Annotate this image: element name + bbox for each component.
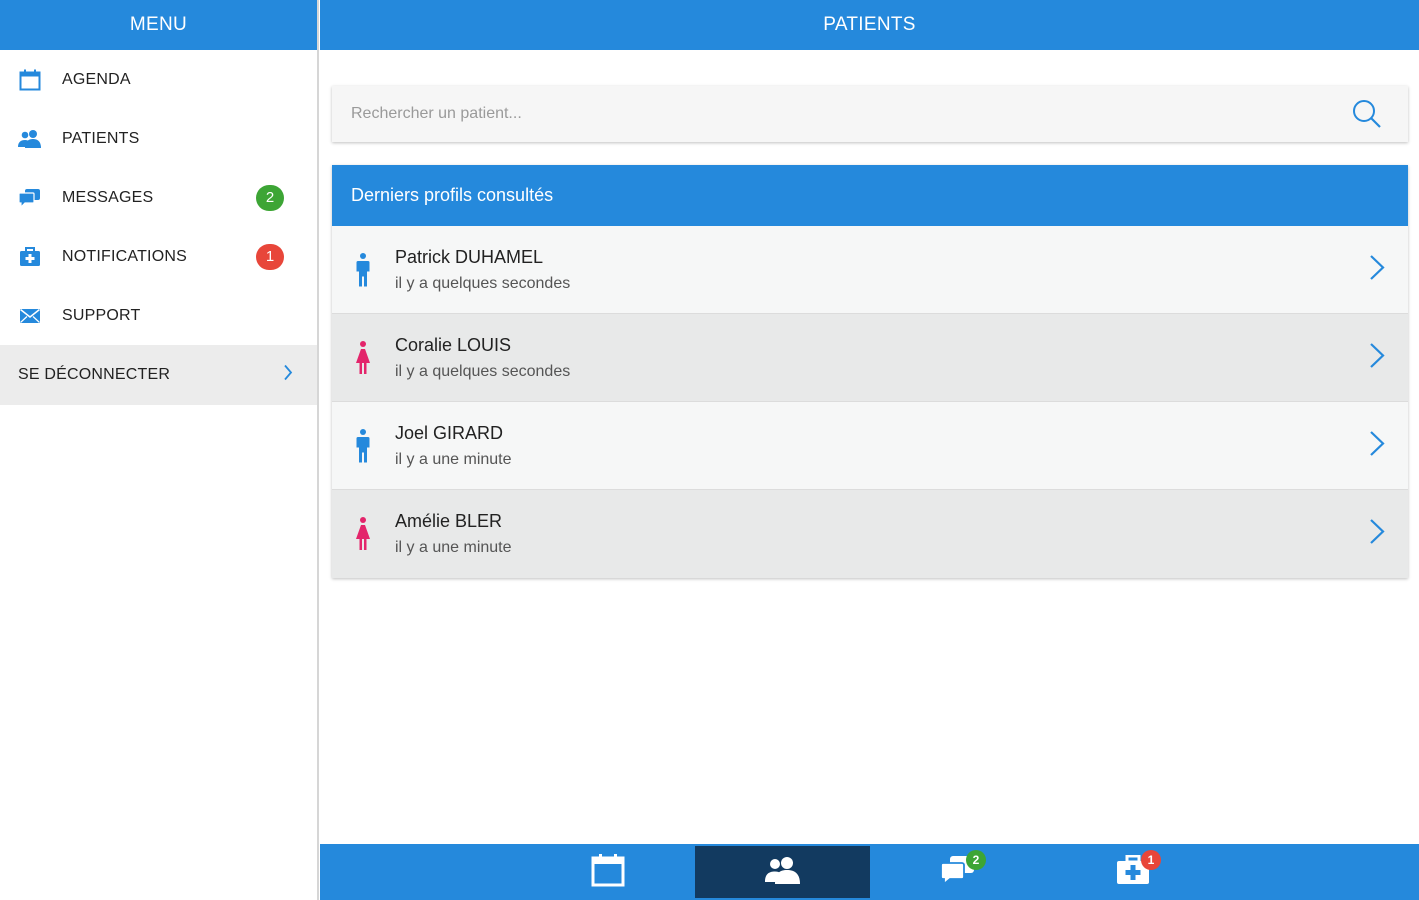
sidebar: MENU AGENDA PATIENTS MESSAGES 2 NOTIFICA… — [0, 0, 319, 900]
patient-last-viewed: il y a une minute — [395, 450, 512, 468]
users-icon — [18, 127, 42, 151]
chat-icon — [18, 186, 42, 210]
sidebar-item-agenda[interactable]: AGENDA — [0, 50, 317, 109]
recent-profiles-title: Derniers profils consultés — [332, 165, 1408, 226]
chevron-right-icon — [1369, 519, 1385, 550]
nav-agenda-button[interactable] — [520, 844, 695, 900]
envelope-icon — [18, 304, 42, 328]
patient-name: Coralie LOUIS — [395, 334, 512, 355]
patient-row[interactable]: Amélie BLER il y a une minute — [332, 490, 1408, 578]
search-box — [332, 86, 1408, 142]
notifications-count-badge: 1 — [1141, 850, 1161, 870]
nav-patients-button[interactable] — [695, 846, 870, 898]
recent-profiles-panel: Derniers profils consultés Patrick DUHAM… — [332, 165, 1408, 578]
patient-last-viewed: il y a une minute — [395, 539, 512, 556]
sidebar-item-notifications[interactable]: NOTIFICATIONS 1 — [0, 227, 317, 286]
chevron-right-icon — [1369, 342, 1385, 373]
sidebar-item-label: SUPPORT — [62, 306, 141, 324]
logout-label: SE DÉCONNECTER — [18, 366, 171, 383]
sidebar-item-label: MESSAGES — [62, 188, 154, 206]
male-icon — [356, 252, 370, 287]
patient-row[interactable]: Joel GIRARD il y a une minute — [332, 402, 1408, 490]
chevron-right-icon — [283, 364, 293, 386]
female-icon — [356, 517, 370, 551]
sidebar-item-messages[interactable]: MESSAGES 2 — [0, 168, 317, 227]
bottom-nav: 2 1 — [320, 844, 1419, 900]
nav-notifications-button[interactable]: 1 — [1045, 844, 1220, 900]
patient-name: Patrick DUHAMEL — [395, 246, 544, 267]
page-title: PATIENTS — [320, 0, 1419, 50]
sidebar-item-label: NOTIFICATIONS — [62, 247, 187, 265]
medkit-icon — [18, 245, 42, 269]
chevron-right-icon — [1369, 430, 1385, 461]
search-input[interactable] — [351, 94, 1311, 134]
notifications-count-badge: 1 — [256, 243, 284, 270]
patient-name: Joel GIRARD — [395, 422, 504, 443]
nav-messages-button[interactable]: 2 — [870, 844, 1045, 900]
sidebar-title: MENU — [0, 0, 317, 50]
main-content: Derniers profils consultés Patrick DUHAM… — [320, 50, 1419, 844]
patient-row[interactable]: Coralie LOUIS il y a quelques secondes — [332, 314, 1408, 402]
search-icon[interactable] — [1352, 99, 1382, 134]
male-icon — [356, 428, 370, 463]
calendar-icon — [591, 853, 625, 892]
sidebar-item-support[interactable]: SUPPORT — [0, 286, 317, 345]
sidebar-item-label: PATIENTS — [62, 129, 140, 147]
logout-button[interactable]: SE DÉCONNECTER — [0, 345, 317, 405]
chevron-right-icon — [1369, 254, 1385, 285]
calendar-icon — [18, 68, 42, 92]
messages-count-badge: 2 — [966, 850, 986, 870]
patient-last-viewed: il y a quelques secondes — [395, 362, 571, 380]
sidebar-item-label: AGENDA — [62, 70, 131, 88]
patient-name: Amélie BLER — [395, 511, 503, 531]
female-icon — [356, 340, 370, 375]
sidebar-item-patients[interactable]: PATIENTS — [0, 109, 317, 168]
patient-last-viewed: il y a quelques secondes — [395, 274, 571, 292]
patient-row[interactable]: Patrick DUHAMEL il y a quelques secondes — [332, 226, 1408, 314]
messages-count-badge: 2 — [256, 184, 284, 211]
users-icon — [764, 855, 801, 890]
